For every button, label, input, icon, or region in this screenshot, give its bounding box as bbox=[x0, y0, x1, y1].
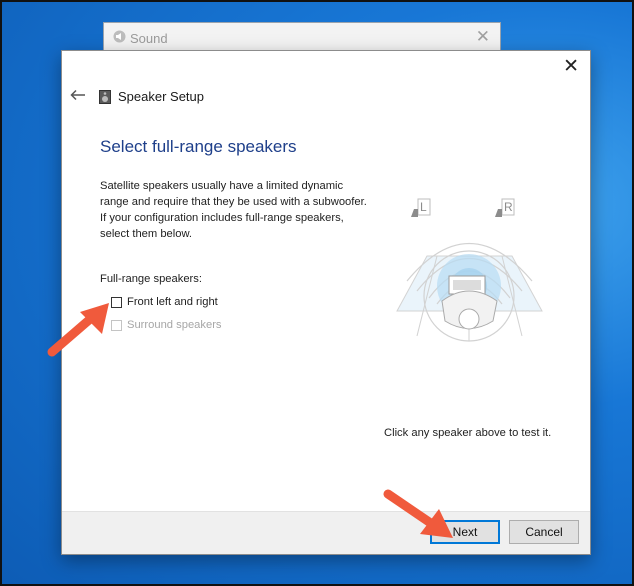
checkbox-box bbox=[111, 319, 122, 331]
close-icon[interactable]: ✕ bbox=[563, 57, 579, 76]
description-text: Satellite speakers usually have a limite… bbox=[100, 180, 367, 240]
next-button[interactable]: Next bbox=[430, 520, 500, 544]
dialog-footer: Next Cancel bbox=[62, 511, 590, 554]
right-speaker-label: R bbox=[504, 200, 513, 214]
checkbox-box[interactable] bbox=[111, 296, 122, 308]
cancel-button[interactable]: Cancel bbox=[509, 520, 579, 544]
dialog-title: Speaker Setup bbox=[118, 89, 205, 104]
left-speaker-label: L bbox=[420, 200, 427, 214]
sound-window-title: Sound bbox=[130, 31, 168, 46]
speaker-icon bbox=[113, 30, 126, 43]
surround-speakers-checkbox: Surround speakers bbox=[111, 319, 222, 331]
sound-close-icon[interactable]: ✕ bbox=[476, 28, 490, 45]
test-hint: Click any speaker above to test it. bbox=[384, 427, 552, 439]
front-left-right-checkbox[interactable]: Front left and right bbox=[111, 296, 218, 308]
speaker-setup-icon bbox=[99, 90, 111, 104]
checkbox-label: Surround speakers bbox=[127, 319, 222, 331]
back-arrow-icon[interactable] bbox=[70, 89, 86, 101]
checkbox-label: Front left and right bbox=[127, 296, 218, 308]
full-range-speakers-label: Full-range speakers: bbox=[100, 273, 202, 285]
left-speaker[interactable]: L bbox=[408, 197, 432, 219]
right-speaker[interactable]: R bbox=[492, 197, 516, 219]
speaker-setup-dialog: ✕ Speaker Setup Select full-range speake… bbox=[61, 50, 591, 555]
page-heading: Select full-range speakers bbox=[100, 137, 297, 156]
